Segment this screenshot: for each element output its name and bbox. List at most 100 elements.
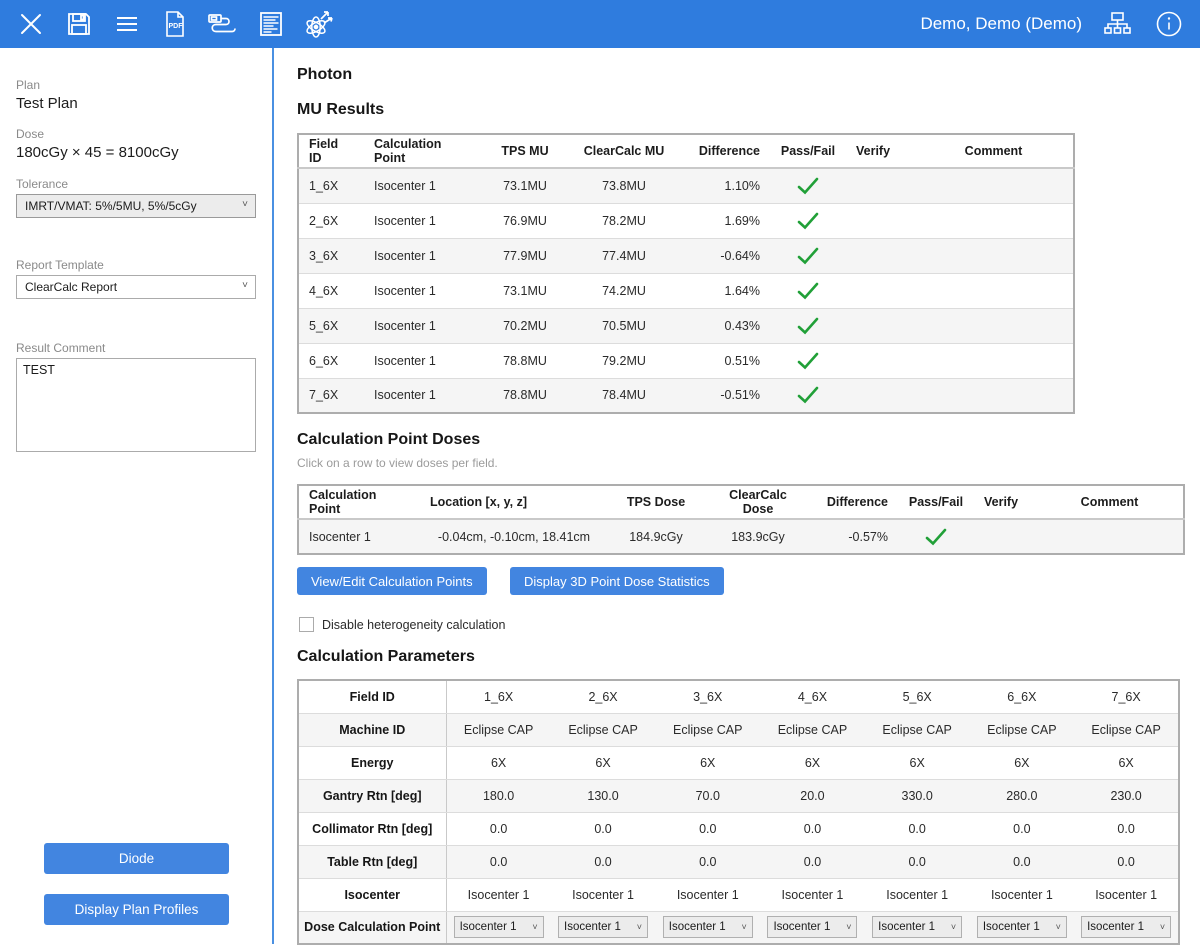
display-plan-profiles-button[interactable]: Display Plan Profiles	[44, 894, 229, 925]
parameter-value-cell: Isocenter 1	[1074, 878, 1179, 911]
clearcalc-dose-cell: 183.9cGy	[704, 519, 812, 554]
report-template-label: Report Template	[16, 258, 272, 272]
mu-results-row[interactable]: 7_6XIsocenter 178.8MU78.4MU-0.51%	[298, 378, 1074, 413]
mu-results-row[interactable]: 4_6XIsocenter 173.1MU74.2MU1.64%	[298, 273, 1074, 308]
column-header: Pass/Fail	[898, 485, 974, 519]
parameter-label-cell: Collimator Rtn [deg]	[298, 812, 446, 845]
calc-point-dose-row[interactable]: Isocenter 1-0.04cm, -0.10cm, 18.41cm184.…	[298, 519, 1184, 554]
parameter-value-cell: 6X	[970, 746, 1075, 779]
parameter-value-cell: 0.0	[446, 812, 551, 845]
heterogeneity-checkbox[interactable]	[299, 617, 314, 632]
parameter-value-cell: 0.0	[970, 845, 1075, 878]
selected-value: Isocenter 1	[773, 921, 830, 933]
mu-results-row[interactable]: 6_6XIsocenter 178.8MU79.2MU0.51%	[298, 343, 1074, 378]
parameter-value-cell: 6X	[865, 746, 970, 779]
result-comment-input[interactable]	[16, 358, 256, 452]
verify-cell	[846, 168, 914, 203]
tps-dose-cell: 184.9cGy	[608, 519, 704, 554]
parameter-label-cell: Dose Calculation Point	[298, 911, 446, 944]
display-3d-point-dose-statistics-button[interactable]: Display 3D Point Dose Statistics	[510, 567, 724, 595]
header-bar: PDF Demo, Demo (Demo)	[0, 0, 1200, 48]
parameter-value-cell: 130.0	[551, 779, 656, 812]
selected-value: Isocenter 1	[1087, 921, 1144, 933]
calc-parameter-row: IsocenterIsocenter 1Isocenter 1Isocenter…	[298, 878, 1179, 911]
difference-cell: 1.10%	[680, 168, 770, 203]
mu-results-row[interactable]: 1_6XIsocenter 173.1MU73.8MU1.10%	[298, 168, 1074, 203]
tolerance-select[interactable]: IMRT/VMAT: 5%/5MU, 5%/5cGy ˅	[16, 194, 256, 218]
column-header: Verify	[846, 134, 914, 168]
column-header: Difference	[680, 134, 770, 168]
parameter-label-cell: Field ID	[298, 680, 446, 713]
parameter-value-cell: 0.0	[1074, 845, 1179, 878]
parameter-value-cell: 280.0	[970, 779, 1075, 812]
heterogeneity-checkbox-row: Disable heterogeneity calculation	[299, 617, 505, 632]
report-template-select[interactable]: ClearCalc Report ˅	[16, 275, 256, 299]
chevron-down-icon: ˅	[846, 922, 851, 932]
parameter-value-cell: 6X	[551, 746, 656, 779]
dose-calculation-point-select[interactable]: Isocenter 1˅	[1081, 916, 1171, 938]
column-header: ClearCalc MU	[568, 134, 680, 168]
calculation-point-cell: Isocenter 1	[364, 378, 482, 413]
tps-mu-cell: 73.1MU	[482, 168, 568, 203]
comment-cell	[914, 308, 1074, 343]
dose-calculation-point-cell: Isocenter 1˅	[970, 911, 1075, 944]
column-header: Location [x, y, z]	[420, 485, 608, 519]
info-icon[interactable]	[1152, 7, 1186, 41]
clearcalc-mu-cell: 79.2MU	[568, 343, 680, 378]
dose-calculation-point-select[interactable]: Isocenter 1˅	[977, 916, 1067, 938]
parameter-label-cell: Isocenter	[298, 878, 446, 911]
calc-parameters-title: Calculation Parameters	[297, 648, 475, 666]
log-icon[interactable]	[254, 7, 288, 41]
mu-results-table: Field IDCalculation PointTPS MUClearCalc…	[297, 133, 1075, 414]
parameter-value-cell: Eclipse CAP	[760, 713, 865, 746]
pass-check-icon	[770, 343, 846, 378]
column-header: Comment	[914, 134, 1074, 168]
diode-button[interactable]: Diode	[44, 843, 229, 874]
dose-calculation-point-cell: Isocenter 1˅	[551, 911, 656, 944]
dose-calculation-point-select[interactable]: Isocenter 1˅	[872, 916, 962, 938]
parameter-value-cell: 0.0	[760, 845, 865, 878]
column-header: Calculation Point	[364, 134, 482, 168]
dose-calculation-point-cell: Isocenter 1˅	[1074, 911, 1179, 944]
dose-calculation-point-select[interactable]: Isocenter 1˅	[558, 916, 648, 938]
mu-results-header: Field IDCalculation PointTPS MUClearCalc…	[298, 134, 1074, 168]
calc-parameter-row: Energy6X6X6X6X6X6X6X	[298, 746, 1179, 779]
verify-cell	[846, 238, 914, 273]
dose-calculation-point-cell: Isocenter 1˅	[446, 911, 551, 944]
calc-parameter-row: Table Rtn [deg]0.00.00.00.00.00.00.0	[298, 845, 1179, 878]
tps-mu-cell: 78.8MU	[482, 378, 568, 413]
pass-check-icon	[770, 308, 846, 343]
calculation-point-cell: Isocenter 1	[364, 273, 482, 308]
parameter-value-cell: 6X	[655, 746, 760, 779]
parameter-label-cell: Machine ID	[298, 713, 446, 746]
save-icon[interactable]	[62, 7, 96, 41]
org-chart-icon[interactable]	[1100, 7, 1134, 41]
menu-icon[interactable]	[110, 7, 144, 41]
dose-calculation-point-select[interactable]: Isocenter 1˅	[663, 916, 753, 938]
pass-check-icon	[898, 519, 974, 554]
report-template-selected-value: ClearCalc Report	[25, 280, 117, 294]
calculation-point-cell: Isocenter 1	[364, 203, 482, 238]
calc-point-doses-header: Calculation PointLocation [x, y, z]TPS D…	[298, 485, 1184, 519]
parameter-value-cell: 0.0	[760, 812, 865, 845]
dose-calculation-point-select[interactable]: Isocenter 1 ˅	[767, 916, 857, 938]
calc-point-doses-subtitle: Click on a row to view doses per field.	[297, 456, 498, 470]
view-edit-calculation-points-button[interactable]: View/Edit Calculation Points	[297, 567, 487, 595]
mu-results-row[interactable]: 2_6XIsocenter 176.9MU78.2MU1.69%	[298, 203, 1074, 238]
mu-results-row[interactable]: 3_6XIsocenter 177.9MU77.4MU-0.64%	[298, 238, 1074, 273]
column-header: Pass/Fail	[770, 134, 846, 168]
atom-icon[interactable]	[302, 7, 336, 41]
selected-value: Isocenter 1	[460, 921, 517, 933]
plan-value: Test Plan	[16, 95, 272, 112]
clearcalc-mu-cell: 78.2MU	[568, 203, 680, 238]
dose-calculation-point-cell: Isocenter 1˅	[865, 911, 970, 944]
cable-icon[interactable]	[206, 7, 240, 41]
dose-calculation-point-select[interactable]: Isocenter 1˅	[454, 916, 544, 938]
close-icon[interactable]	[14, 7, 48, 41]
difference-cell: 1.69%	[680, 203, 770, 238]
verify-cell	[846, 378, 914, 413]
pdf-icon[interactable]: PDF	[158, 7, 192, 41]
mu-results-row[interactable]: 5_6XIsocenter 170.2MU70.5MU0.43%	[298, 308, 1074, 343]
column-header: Comment	[1036, 485, 1184, 519]
parameter-value-cell: 330.0	[865, 779, 970, 812]
